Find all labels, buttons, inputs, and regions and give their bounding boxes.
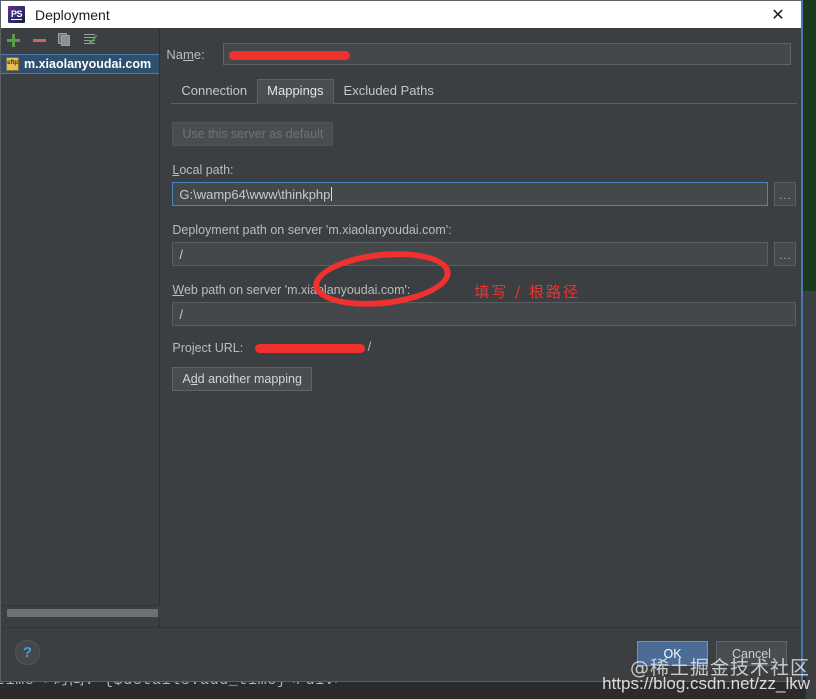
plus-icon[interactable] xyxy=(5,32,22,49)
minus-icon[interactable] xyxy=(31,32,48,49)
project-url-suffix: / xyxy=(367,339,372,354)
web-path-row: / xyxy=(172,302,797,326)
name-input[interactable] xyxy=(223,43,791,65)
web-path-input[interactable]: / xyxy=(172,302,797,326)
web-path-value: / xyxy=(179,306,183,322)
close-icon[interactable]: ✕ xyxy=(755,1,801,28)
server-list: m.xiaolanyoudai.com xyxy=(1,52,160,627)
dialog-title: Deployment xyxy=(35,6,110,23)
tab-mappings[interactable]: Mappings xyxy=(257,79,334,104)
mappings-form: Use this server as default Local path: G… xyxy=(172,122,797,391)
checkmark-list-icon[interactable]: ✓ xyxy=(83,32,100,49)
deployment-path-browse-button[interactable]: ... xyxy=(774,242,797,266)
ok-button[interactable]: OK xyxy=(637,641,708,666)
text-caret xyxy=(331,187,333,201)
sidebar-item-server[interactable]: m.xiaolanyoudai.com xyxy=(1,54,160,74)
deployment-path-value: / xyxy=(179,246,183,262)
footer-buttons: OK Cancel xyxy=(637,641,787,666)
server-list-hscrollbar[interactable] xyxy=(1,605,161,618)
help-icon[interactable]: ? xyxy=(15,640,40,665)
web-path-label: Web path on server 'm.xiaolanyoudai.com'… xyxy=(172,283,411,297)
deployment-path-row: / ... xyxy=(172,242,797,266)
cancel-button[interactable]: Cancel xyxy=(716,641,787,666)
server-toolbar: ✓ xyxy=(1,28,160,52)
project-url-label: Project URL: xyxy=(172,340,244,355)
project-url-redaction-mark xyxy=(255,344,366,353)
local-path-label: Local path: xyxy=(172,163,234,177)
deployment-path-label: Deployment path on server 'm.xiaolanyoud… xyxy=(172,223,452,237)
dialog-titlebar: PS Deployment ✕ xyxy=(1,1,801,28)
local-path-value: G:\wamp64\www\thinkphp xyxy=(179,186,331,202)
server-list-panel: ✓ m.xiaolanyoudai.com xyxy=(1,28,161,627)
sftp-file-icon xyxy=(6,57,19,71)
local-path-row: G:\wamp64\www\thinkphp ... xyxy=(172,182,797,206)
name-redaction-mark xyxy=(229,51,351,60)
local-path-browse-button[interactable]: ... xyxy=(774,182,797,206)
server-item-label: m.xiaolanyoudai.com xyxy=(24,57,152,71)
tab-connection[interactable]: Connection xyxy=(171,79,257,103)
phpstorm-icon: PS xyxy=(8,6,25,23)
name-row: Name: xyxy=(166,43,791,65)
dialog-footer: ? OK Cancel xyxy=(1,627,801,681)
tab-excluded-paths[interactable]: Excluded Paths xyxy=(334,79,444,103)
project-url-row: Project URL: / xyxy=(172,339,791,355)
dialog-body: ✓ m.xiaolanyoudai.com Name: xyxy=(1,28,801,627)
deployment-path-input[interactable]: / xyxy=(172,242,769,266)
add-another-mapping-button[interactable]: Add another mapping xyxy=(172,367,312,391)
name-label: Name: xyxy=(166,46,205,62)
screen-root: time'>时间: {$details.add_time}</div> PS D… xyxy=(0,0,816,699)
copy-icon[interactable] xyxy=(57,32,74,49)
local-path-input[interactable]: G:\wamp64\www\thinkphp xyxy=(172,182,769,206)
use-server-as-default-button[interactable]: Use this server as default xyxy=(172,122,334,146)
deployment-dialog: PS Deployment ✕ ✓ sftp m.xiaolanyoudai.c… xyxy=(0,0,803,682)
project-url-value: / xyxy=(251,339,372,355)
server-settings-panel: Name: Connection Mappings Excluded Paths… xyxy=(160,28,801,627)
scrollbar-thumb[interactable] xyxy=(7,609,158,617)
settings-tabs: Connection Mappings Excluded Paths xyxy=(171,79,798,104)
